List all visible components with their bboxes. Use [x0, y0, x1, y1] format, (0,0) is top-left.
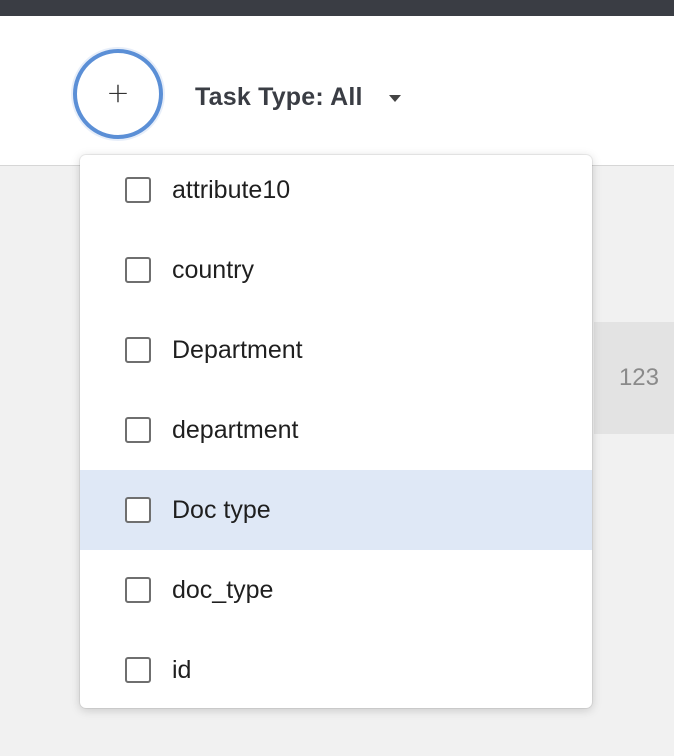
background-card: 123 — [594, 322, 674, 434]
menu-item-department[interactable]: department — [80, 390, 592, 470]
menu-item-label: country — [172, 255, 254, 284]
menu-item-label: doc_type — [172, 575, 274, 604]
caret-down-icon — [388, 94, 401, 102]
checkbox[interactable] — [125, 337, 151, 363]
menu-item-department-capital[interactable]: Department — [80, 310, 592, 390]
toolbar: + Task Type: All — [0, 16, 674, 166]
task-type-dropdown[interactable]: Task Type: All — [195, 80, 401, 114]
checkbox[interactable] — [125, 417, 151, 443]
menu-item-label: Department — [172, 335, 303, 364]
task-type-option-list: attribute10 country Department departmen… — [80, 155, 592, 708]
task-type-label: Task Type: All — [195, 82, 363, 111]
checkbox[interactable] — [125, 657, 151, 683]
menu-item-label: attribute10 — [172, 175, 291, 204]
background-card-value: 123 — [618, 364, 659, 391]
top-bar — [0, 0, 674, 16]
menu-item-id[interactable]: id — [80, 630, 592, 708]
checkbox[interactable] — [125, 177, 151, 203]
menu-item-label: Doc type — [172, 495, 271, 524]
menu-item-doc-type[interactable]: Doc type — [80, 470, 592, 550]
menu-item-doc_type[interactable]: doc_type — [80, 550, 592, 630]
plus-icon: + — [106, 76, 130, 109]
task-type-menu: attribute10 country Department departmen… — [80, 155, 592, 708]
checkbox[interactable] — [125, 497, 151, 523]
checkbox[interactable] — [125, 257, 151, 283]
checkbox[interactable] — [125, 577, 151, 603]
add-button[interactable]: + — [73, 49, 163, 139]
menu-item-attribute10[interactable]: attribute10 — [80, 155, 592, 230]
menu-item-country[interactable]: country — [80, 230, 592, 310]
menu-item-label: id — [172, 655, 192, 684]
menu-item-label: department — [172, 415, 299, 444]
